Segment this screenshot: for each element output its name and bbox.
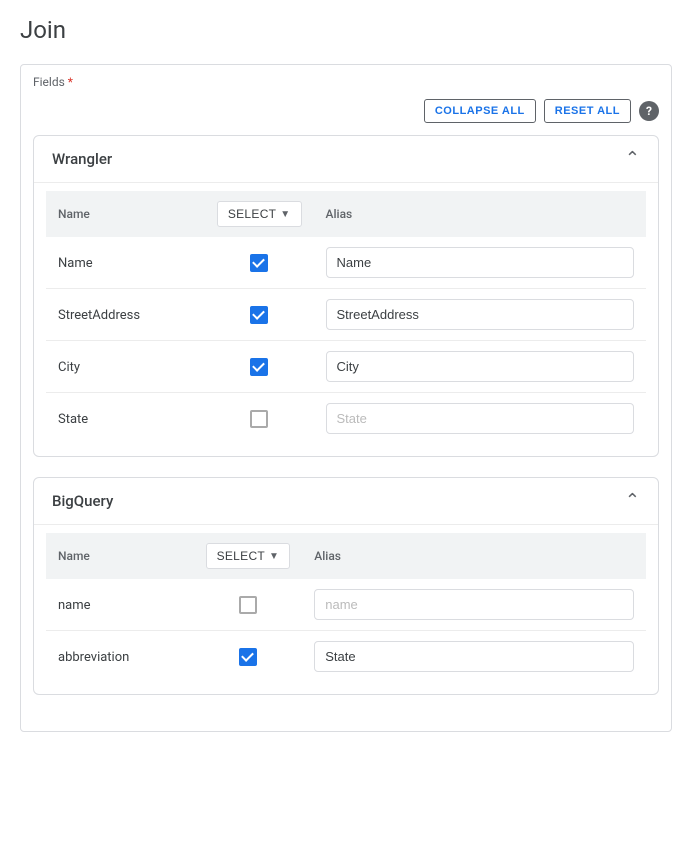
bigquery-name-col-header: Name (46, 533, 194, 579)
field-name-text: name (58, 598, 91, 613)
table-row: City (46, 341, 646, 393)
alias-input[interactable] (326, 299, 635, 330)
bigquery-table: Name SELECT ▼ Alias name abbreviation (46, 533, 646, 682)
checkbox-cell (205, 393, 314, 445)
checkbox-cell (205, 341, 314, 393)
table-row: State (46, 393, 646, 445)
bigquery-select-button[interactable]: SELECT ▼ (206, 543, 291, 569)
field-name-text: State (58, 412, 88, 427)
wrangler-card-header: Wrangler ⌃ (34, 136, 658, 183)
field-name-text: abbreviation (58, 650, 129, 665)
toolbar: COLLAPSE ALL RESET ALL ? (33, 99, 659, 123)
checkbox-cell (205, 289, 314, 341)
fields-section: Fields * COLLAPSE ALL RESET ALL ? Wrangl… (20, 64, 672, 732)
field-checkbox[interactable] (239, 648, 257, 666)
field-name-text: StreetAddress (58, 308, 140, 323)
field-checkbox[interactable] (250, 410, 268, 428)
bigquery-card-title: BigQuery (52, 492, 113, 510)
table-row: Name (46, 237, 646, 289)
wrangler-name-col-header: Name (46, 191, 205, 237)
field-checkbox[interactable] (250, 254, 268, 272)
alias-input[interactable] (314, 589, 634, 620)
bigquery-alias-col-header: Alias (302, 533, 646, 579)
reset-all-button[interactable]: RESET ALL (544, 99, 631, 123)
bigquery-select-arrow-icon: ▼ (269, 551, 279, 562)
alias-input[interactable] (326, 247, 635, 278)
field-name-cell: abbreviation (46, 631, 194, 683)
bigquery-select-col-header: SELECT ▼ (194, 533, 303, 579)
wrangler-alias-col-header: Alias (314, 191, 647, 237)
bigquery-collapse-icon[interactable]: ⌃ (625, 492, 640, 510)
wrangler-table-body: Name StreetAddress City State (46, 237, 646, 444)
field-name-cell: City (46, 341, 205, 393)
wrangler-collapse-icon[interactable]: ⌃ (625, 150, 640, 168)
alias-cell (314, 289, 647, 341)
alias-cell (314, 393, 647, 445)
help-icon[interactable]: ? (639, 101, 659, 121)
field-name-cell: Name (46, 237, 205, 289)
field-name-text: Name (58, 256, 93, 271)
collapse-all-button[interactable]: COLLAPSE ALL (424, 99, 536, 123)
alias-cell (302, 579, 646, 631)
field-name-cell: StreetAddress (46, 289, 205, 341)
checkbox-cell (205, 237, 314, 289)
alias-cell (302, 631, 646, 683)
wrangler-table: Name SELECT ▼ Alias Name StreetAddress Cit… (46, 191, 646, 444)
alias-input[interactable] (326, 351, 635, 382)
bigquery-table-body: name abbreviation (46, 579, 646, 682)
wrangler-table-header-row: Name SELECT ▼ Alias (46, 191, 646, 237)
bigquery-card-header: BigQuery ⌃ (34, 478, 658, 525)
checkbox-cell (194, 631, 303, 683)
page-title: Join (20, 16, 672, 44)
wrangler-card: Wrangler ⌃ Name SELECT ▼ Alias (33, 135, 659, 457)
wrangler-select-arrow-icon: ▼ (280, 209, 290, 220)
bigquery-table-container: Name SELECT ▼ Alias name abbreviation (34, 525, 658, 694)
wrangler-select-col-header: SELECT ▼ (205, 191, 314, 237)
table-row: name (46, 579, 646, 631)
wrangler-select-button[interactable]: SELECT ▼ (217, 201, 302, 227)
field-name-cell: State (46, 393, 205, 445)
bigquery-table-header-row: Name SELECT ▼ Alias (46, 533, 646, 579)
checkbox-cell (194, 579, 303, 631)
table-row: StreetAddress (46, 289, 646, 341)
alias-input[interactable] (326, 403, 635, 434)
bigquery-card: BigQuery ⌃ Name SELECT ▼ Alias (33, 477, 659, 695)
alias-cell (314, 341, 647, 393)
field-checkbox[interactable] (239, 596, 257, 614)
alias-input[interactable] (314, 641, 634, 672)
wrangler-card-title: Wrangler (52, 150, 112, 168)
field-checkbox[interactable] (250, 306, 268, 324)
wrangler-table-container: Name SELECT ▼ Alias Name StreetAddress Cit… (34, 183, 658, 456)
field-name-cell: name (46, 579, 194, 631)
field-name-text: City (58, 360, 80, 375)
field-checkbox[interactable] (250, 358, 268, 376)
fields-label: Fields * (33, 75, 659, 89)
table-row: abbreviation (46, 631, 646, 683)
alias-cell (314, 237, 647, 289)
